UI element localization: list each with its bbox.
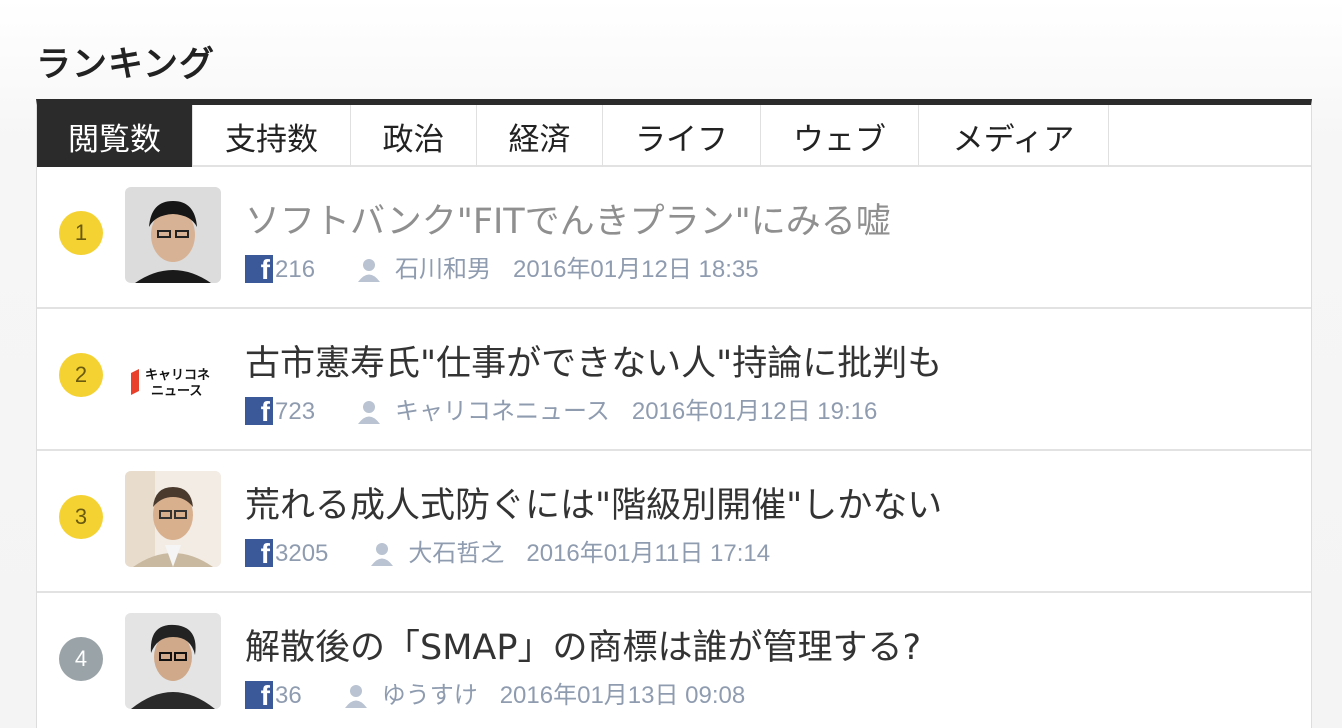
ranking-item[interactable]: 2 キャリコネ ニュース 古市憲寿氏"仕事ができない人"持論に批判も f 723… [37,309,1311,451]
user-icon [371,543,394,566]
user-icon [344,685,367,708]
rank-badge: 4 [59,637,103,681]
article-title-link[interactable]: ソフトバンク"FITでんきプラン"にみる嘘 [245,193,891,244]
svg-text:キャリコネ: キャリコネ [145,368,210,383]
post-date: 2016年01月13日 09:08 [499,682,746,709]
facebook-count: 36 [275,682,302,709]
author-name-link[interactable]: キャリコネニュース [395,399,610,425]
post-date: 2016年01月11日 17:14 [526,540,771,567]
user-icon [358,259,381,282]
author-name-link[interactable]: 石川和男 [395,257,491,283]
author-avatar[interactable] [125,187,221,283]
article-title-link[interactable]: 古市憲寿氏"仕事ができない人"持論に批判も [245,335,942,386]
author-name-link[interactable]: 大石哲之 [408,541,504,567]
facebook-icon: f [245,397,273,425]
rank-badge: 1 [59,211,103,255]
ranking-tabs: 閲覧数 支持数 政治 経済 ライフ ウェブ メディア [37,105,1311,167]
author-avatar[interactable] [125,471,221,567]
facebook-icon: f [245,539,273,567]
tab-media[interactable]: メディア [919,105,1109,167]
tab-views[interactable]: 閲覧数 [37,105,193,167]
article-meta: f 216 石川和男 2016年01月12日 18:35 [245,251,759,283]
facebook-icon: f [245,681,273,709]
facebook-count: 3205 [275,540,329,567]
rank-badge: 3 [59,495,103,539]
tab-life[interactable]: ライフ [603,105,761,167]
article-title-link[interactable]: 解散後の「SMAP」の商標は誰が管理する? [245,619,921,670]
article-title-link[interactable]: 荒れる成人式防ぐには"階級別開催"しかない [245,477,942,528]
user-icon [358,401,381,424]
tab-support[interactable]: 支持数 [193,105,351,167]
author-avatar[interactable] [125,613,221,709]
facebook-count: 216 [275,256,316,283]
section-title: ランキング [36,45,215,85]
ranking-item[interactable]: 3 荒れる成人式防ぐには"階級別開催"しかない f 3205 大石哲之 2016… [37,451,1311,593]
tab-web[interactable]: ウェブ [761,105,919,167]
facebook-icon: f [245,255,273,283]
tab-economy[interactable]: 経済 [477,105,603,167]
post-date: 2016年01月12日 19:16 [631,398,878,425]
rank-badge: 2 [59,353,103,397]
article-meta: f 723 キャリコネニュース 2016年01月12日 19:16 [245,393,877,425]
article-meta: f 36 ゆうすけ 2016年01月13日 09:08 [245,677,745,709]
article-meta: f 3205 大石哲之 2016年01月11日 17:14 [245,535,770,567]
svg-text:ニュース: ニュース [151,384,202,399]
tab-politics[interactable]: 政治 [351,105,477,167]
ranking-item[interactable]: 4 解散後の「SMAP」の商標は誰が管理する? f 36 ゆうすけ 2016年0… [37,593,1311,728]
facebook-count: 723 [275,398,316,425]
ranking-item[interactable]: 1 ソフトバンク"FITでんきプラン"にみる嘘 f 216 石川和男 2016年… [37,167,1311,309]
author-name-link[interactable]: ゆうすけ [382,683,478,709]
ranking-panel: 閲覧数 支持数 政治 経済 ライフ ウェブ メディア 1 ソフトバンク"FITで… [36,99,1312,728]
publisher-logo[interactable]: キャリコネ ニュース [125,329,221,425]
post-date: 2016年01月12日 18:35 [513,256,759,283]
